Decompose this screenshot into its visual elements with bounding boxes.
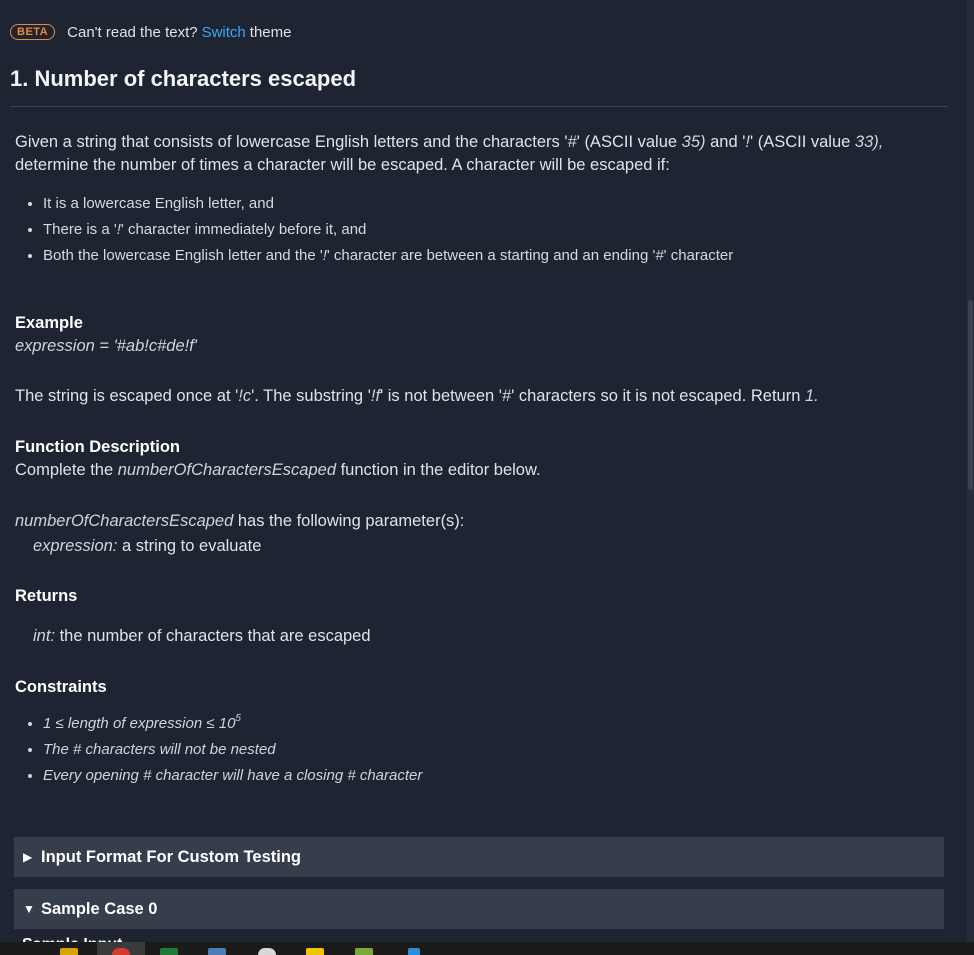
parameter-expression: expression: a string to evaluate: [15, 535, 945, 558]
list-item: It is a lowercase English letter, and: [43, 191, 945, 217]
expl-text-4: ' characters so it is not escaped. Retur…: [511, 387, 805, 405]
rule-3-hash: #: [655, 247, 664, 264]
intro-ascii-35: 35): [681, 133, 706, 151]
theme-notice-text: Can't read the text?: [67, 23, 198, 41]
taskbar-app-icon[interactable]: [306, 948, 324, 955]
example-heading: Example: [15, 314, 83, 332]
triangle-down-icon: ▼: [23, 902, 35, 916]
list-item: There is a '!' character immediately bef…: [43, 217, 945, 243]
taskbar-app-icon[interactable]: [208, 948, 226, 955]
expl-return-value: 1.: [804, 387, 819, 405]
problem-title: 1. Number of characters escaped: [10, 66, 357, 91]
returns-text: int: the number of characters that are e…: [15, 625, 945, 648]
function-description-heading: Function Description: [15, 438, 180, 456]
param-desc: a string to evaluate: [117, 537, 262, 555]
switch-theme-link[interactable]: Switch: [202, 24, 246, 41]
intro-text-4: ' (ASCII value: [749, 133, 855, 151]
params-text: has the following parameter(s):: [233, 512, 465, 530]
title-divider: [10, 106, 948, 107]
triangle-right-icon: ▶: [23, 850, 33, 864]
problem-intro: Given a string that consists of lowercas…: [15, 131, 945, 177]
sample-case-label: Sample Case 0: [41, 899, 158, 918]
example-expression: expression = '#ab!c#de!f': [15, 335, 945, 358]
rule-3-text: Both the lowercase English letter and th…: [43, 247, 323, 264]
constraint-3: Every opening # character will have a cl…: [43, 767, 423, 784]
sample-case-0-accordion[interactable]: ▼ Sample Case 0: [14, 889, 944, 929]
intro-ascii-33: 33),: [854, 133, 884, 151]
example-expression-text: expression = '#ab!c#de!f': [15, 337, 197, 355]
intro-text-5: determine the number of times a characte…: [15, 156, 670, 174]
return-type: int:: [33, 627, 56, 645]
expl-escaped-sub: !c: [238, 387, 252, 405]
rule-2-text: There is a ': [43, 221, 117, 238]
expl-text-1: The string is escaped once at ': [15, 387, 239, 405]
parameters-intro: numberOfCharactersEscaped has the follow…: [15, 510, 945, 533]
expl-text-3: ' is not between ': [380, 387, 502, 405]
expl-hash: #: [501, 387, 512, 405]
function-description-text: Complete the numberOfCharactersEscaped f…: [15, 459, 945, 482]
expl-text-2: '. The substring ': [251, 387, 371, 405]
constraint-1: 1 ≤ length of expression ≤ 10: [43, 715, 236, 732]
example-explanation: The string is escaped once at '!c'. The …: [15, 385, 945, 408]
returns-heading: Returns: [15, 587, 78, 605]
constraint-1-exponent: 5: [235, 713, 241, 724]
os-taskbar: [0, 942, 974, 955]
function-name: numberOfCharactersEscaped: [117, 461, 337, 479]
scrollbar[interactable]: [967, 0, 974, 955]
taskbar-app-icon[interactable]: [258, 948, 276, 955]
list-item: Both the lowercase English letter and th…: [43, 243, 945, 269]
rule-1-text: It is a lowercase English letter, and: [43, 195, 274, 212]
input-format-label: Input Format For Custom Testing: [41, 847, 302, 866]
taskbar-app-icon[interactable]: [160, 948, 178, 955]
return-desc: the number of characters that are escape…: [55, 627, 371, 645]
constraints-heading: Constraints: [15, 678, 107, 696]
taskbar-app-icon[interactable]: [60, 948, 78, 955]
constraint-2: The # characters will not be nested: [43, 741, 276, 758]
escape-rules-list: It is a lowercase English letter, and Th…: [15, 191, 945, 269]
rule-3-text-mid: ' character are between a starting and a…: [326, 247, 656, 264]
rule-3-text-end: ' character: [663, 247, 734, 264]
expl-unescaped-sub: !f: [370, 387, 381, 405]
taskbar-app-icon[interactable]: [355, 948, 373, 955]
theme-notice-bar: BETA Can't read the text? Switch theme: [10, 22, 291, 42]
intro-text-1: Given a string that consists of lowercas…: [15, 133, 568, 151]
list-item: The # characters will not be nested: [43, 737, 945, 763]
list-item: Every opening # character will have a cl…: [43, 763, 945, 789]
intro-text-3: and ': [705, 133, 746, 151]
theme-notice-suffix: theme: [249, 23, 292, 41]
input-format-accordion[interactable]: ▶ Input Format For Custom Testing: [14, 837, 944, 877]
fd-text-2: function in the editor below.: [336, 461, 541, 479]
list-item: 1 ≤ length of expression ≤ 105: [43, 711, 945, 737]
param-name: expression:: [33, 537, 118, 555]
rule-2-text-end: ' character immediately before it, and: [120, 221, 367, 238]
scrollbar-thumb[interactable]: [968, 300, 973, 490]
taskbar-app-icon[interactable]: [112, 948, 130, 955]
function-name-params: numberOfCharactersEscaped: [15, 512, 234, 530]
constraints-list: 1 ≤ length of expression ≤ 105 The # cha…: [15, 711, 945, 789]
taskbar-app-icon[interactable]: [408, 948, 420, 955]
fd-text-1: Complete the: [15, 461, 118, 479]
intro-text-2: ' (ASCII value: [576, 133, 682, 151]
intro-hash-char: #: [567, 133, 577, 151]
problem-statement: Given a string that consists of lowercas…: [15, 131, 945, 789]
problem-page: BETA Can't read the text? Switch theme 1…: [0, 0, 974, 955]
beta-badge: BETA: [10, 24, 56, 40]
